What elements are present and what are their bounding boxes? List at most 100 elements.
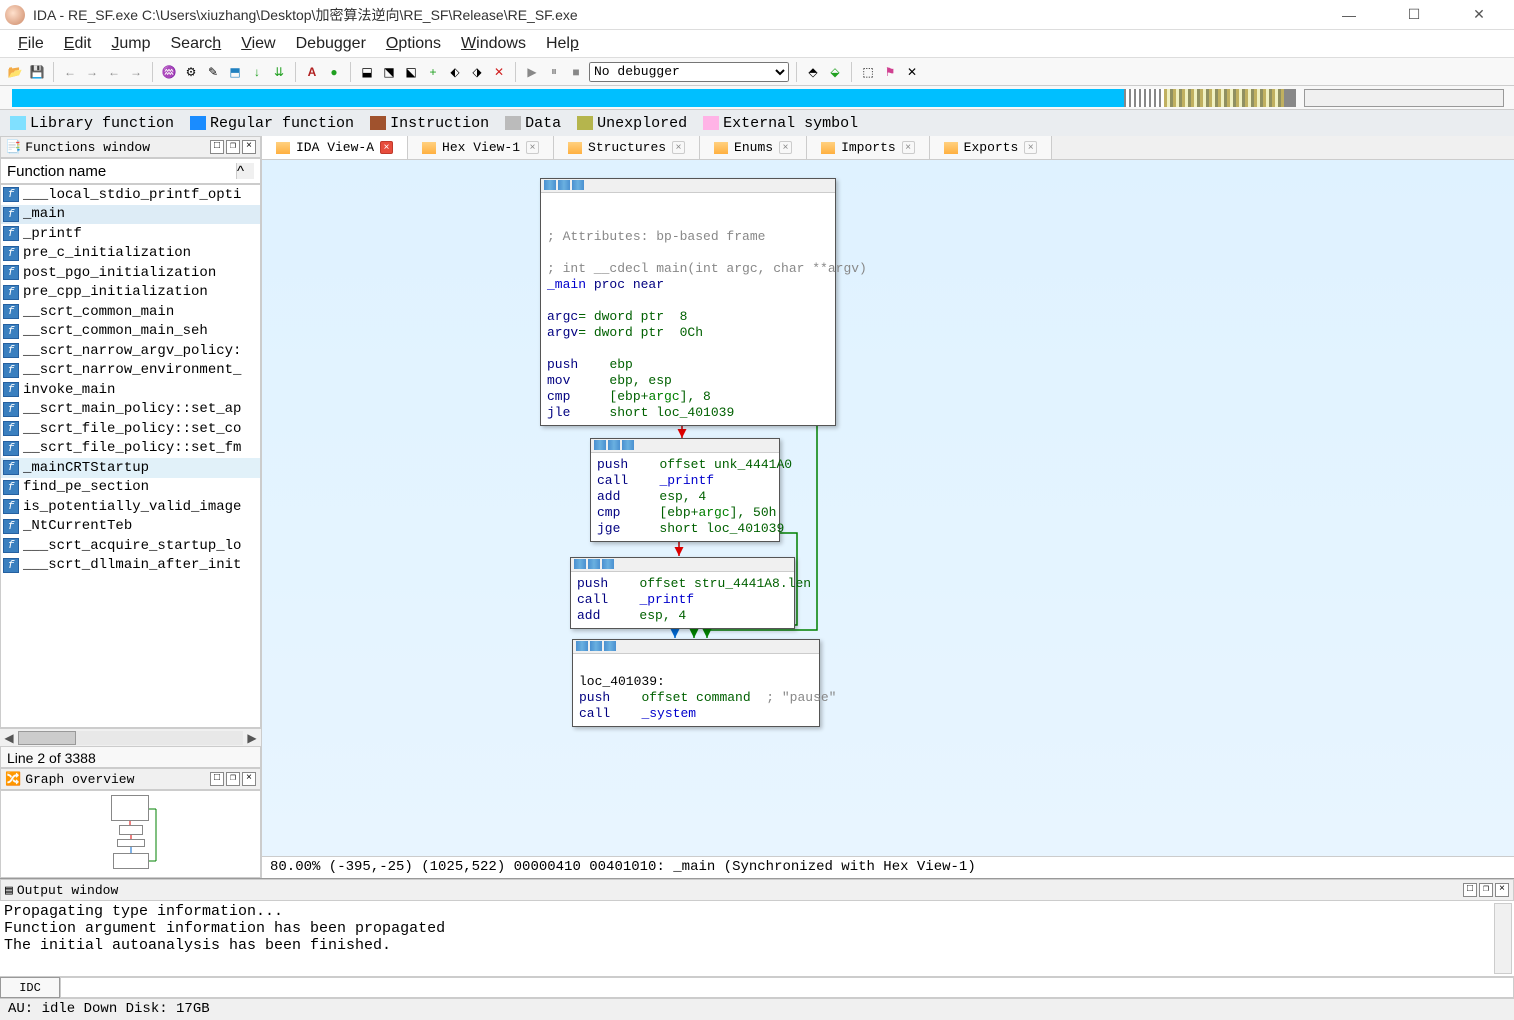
t6-icon[interactable]: ⬔ xyxy=(380,63,398,81)
menu-file[interactable]: File xyxy=(10,33,52,55)
delete-icon[interactable]: ✕ xyxy=(490,63,508,81)
maximize-button[interactable]: ☐ xyxy=(1394,2,1434,27)
save-icon[interactable]: 💾 xyxy=(28,63,46,81)
function-row[interactable]: fpre_cpp_initialization xyxy=(1,283,260,303)
back-icon[interactable]: ← xyxy=(61,63,79,81)
menu-view[interactable]: View xyxy=(233,33,283,55)
t10-icon[interactable]: ⬘ xyxy=(804,63,822,81)
gov-btn2[interactable]: ❐ xyxy=(226,772,240,786)
functions-col-header[interactable]: Function name ^ xyxy=(0,158,261,184)
pause-icon[interactable]: ⏸ xyxy=(545,63,563,81)
tab-close[interactable]: × xyxy=(526,141,539,154)
t14-icon[interactable]: ✕ xyxy=(903,63,921,81)
tab-close[interactable]: × xyxy=(1024,141,1037,154)
minimize-button[interactable]: — xyxy=(1329,2,1369,27)
tab-close[interactable]: × xyxy=(380,141,393,154)
menu-jump[interactable]: Jump xyxy=(103,33,158,55)
function-row[interactable]: f_main xyxy=(1,205,260,225)
tab-imports[interactable]: Imports× xyxy=(807,136,930,159)
menu-search[interactable]: Search xyxy=(163,33,230,55)
arrow-down2-icon[interactable]: ⇊ xyxy=(270,63,288,81)
tab-hex-view-1[interactable]: Hex View-1× xyxy=(408,136,554,159)
gov-close[interactable]: × xyxy=(242,772,256,786)
function-row[interactable]: fpost_pgo_initialization xyxy=(1,263,260,283)
gov-btn1[interactable]: □ xyxy=(210,772,224,786)
fwd-icon[interactable]: → xyxy=(83,63,101,81)
function-row[interactable]: fis_potentially_valid_image xyxy=(1,497,260,517)
panel-close[interactable]: × xyxy=(242,140,256,154)
function-row[interactable]: f___local_stdio_printf_opti xyxy=(1,185,260,205)
output-body[interactable]: Propagating type information...Function … xyxy=(0,901,1514,976)
function-row[interactable]: f_printf xyxy=(1,224,260,244)
tab-enums[interactable]: Enums× xyxy=(700,136,807,159)
open-icon[interactable]: 📂 xyxy=(6,63,24,81)
graph-node-4[interactable]: loc_401039: push offset command ; "pause… xyxy=(572,639,820,727)
out-btn2[interactable]: ❐ xyxy=(1479,883,1493,897)
tab-close[interactable]: × xyxy=(779,141,792,154)
graph-node-3[interactable]: push offset stru_4441A8.len call _printf… xyxy=(570,557,795,629)
tab-close[interactable]: × xyxy=(672,141,685,154)
tab-close[interactable]: × xyxy=(902,141,915,154)
function-row[interactable]: f_NtCurrentTeb xyxy=(1,517,260,537)
tool2-icon[interactable]: ⚙ xyxy=(182,63,200,81)
out-btn1[interactable]: □ xyxy=(1463,883,1477,897)
t8-icon[interactable]: ⬖ xyxy=(446,63,464,81)
t5-icon[interactable]: ⬓ xyxy=(358,63,376,81)
plus-icon[interactable]: + xyxy=(424,63,442,81)
fwd2-icon[interactable]: → xyxy=(127,63,145,81)
function-row[interactable]: ffind_pe_section xyxy=(1,478,260,498)
circle-icon[interactable]: ● xyxy=(325,63,343,81)
menu-debugger[interactable]: Debugger xyxy=(288,33,374,55)
menu-edit[interactable]: Edit xyxy=(56,33,100,55)
back2-icon[interactable]: ← xyxy=(105,63,123,81)
t7-icon[interactable]: ⬕ xyxy=(402,63,420,81)
function-row[interactable]: f___scrt_acquire_startup_lo xyxy=(1,536,260,556)
idc-button[interactable]: IDC xyxy=(0,977,60,998)
graph-overview-header[interactable]: 🔀 Graph overview □ ❐ × xyxy=(0,768,261,790)
t12-icon[interactable]: ⬚ xyxy=(859,63,877,81)
arrow-down-icon[interactable]: ↓ xyxy=(248,63,266,81)
functions-panel-header[interactable]: 📑 Functions window □ ❐ × xyxy=(0,136,261,158)
close-button[interactable]: ✕ xyxy=(1459,2,1499,27)
output-vscroll[interactable] xyxy=(1494,903,1512,974)
t9-icon[interactable]: ⬗ xyxy=(468,63,486,81)
output-header[interactable]: ▤ Output window □ ❐ × xyxy=(0,879,1514,901)
function-row[interactable]: f__scrt_file_policy::set_fm xyxy=(1,439,260,459)
function-row[interactable]: f_mainCRTStartup xyxy=(1,458,260,478)
menu-options[interactable]: Options xyxy=(378,33,449,55)
play-icon[interactable]: ▶ xyxy=(523,63,541,81)
menu-windows[interactable]: Windows xyxy=(453,33,534,55)
tab-structures[interactable]: Structures× xyxy=(554,136,700,159)
graph-overview[interactable] xyxy=(0,790,261,878)
out-close[interactable]: × xyxy=(1495,883,1509,897)
panel-btn2[interactable]: ❐ xyxy=(226,140,240,154)
graph-node-2[interactable]: push offset unk_4441A0 call _printf add … xyxy=(590,438,780,542)
text-icon[interactable]: A xyxy=(303,63,321,81)
function-row[interactable]: f__scrt_common_main xyxy=(1,302,260,322)
tab-exports[interactable]: Exports× xyxy=(930,136,1053,159)
tool4-icon[interactable]: ⬒ xyxy=(226,63,244,81)
stop-icon[interactable]: ■ xyxy=(567,63,585,81)
t13-icon[interactable]: ⚑ xyxy=(881,63,899,81)
panel-btn1[interactable]: □ xyxy=(210,140,224,154)
graph-view[interactable]: ; Attributes: bp-based frame ; int __cde… xyxy=(262,160,1514,856)
function-row[interactable]: f__scrt_narrow_environment_ xyxy=(1,361,260,381)
function-row[interactable]: fpre_c_initialization xyxy=(1,244,260,264)
function-row[interactable]: finvoke_main xyxy=(1,380,260,400)
function-row[interactable]: f__scrt_main_policy::set_ap xyxy=(1,400,260,420)
functions-hscroll[interactable]: ◀▶ xyxy=(0,728,261,746)
menu-help[interactable]: Help xyxy=(538,33,587,55)
nav-bar[interactable] xyxy=(0,86,1514,110)
t11-icon[interactable]: ⬙ xyxy=(826,63,844,81)
debugger-select[interactable]: No debugger xyxy=(589,62,789,82)
tab-ida-view-a[interactable]: IDA View-A× xyxy=(262,136,408,159)
tool-icon[interactable]: ♒ xyxy=(160,63,178,81)
tool3-icon[interactable]: ✎ xyxy=(204,63,222,81)
idc-input[interactable] xyxy=(60,977,1514,998)
functions-list[interactable]: f___local_stdio_printf_optif_mainf_print… xyxy=(0,184,261,728)
function-row[interactable]: f__scrt_file_policy::set_co xyxy=(1,419,260,439)
function-row[interactable]: f___scrt_dllmain_after_init xyxy=(1,556,260,576)
graph-node-main[interactable]: ; Attributes: bp-based frame ; int __cde… xyxy=(540,178,836,426)
function-row[interactable]: f__scrt_common_main_seh xyxy=(1,322,260,342)
function-row[interactable]: f__scrt_narrow_argv_policy: xyxy=(1,341,260,361)
